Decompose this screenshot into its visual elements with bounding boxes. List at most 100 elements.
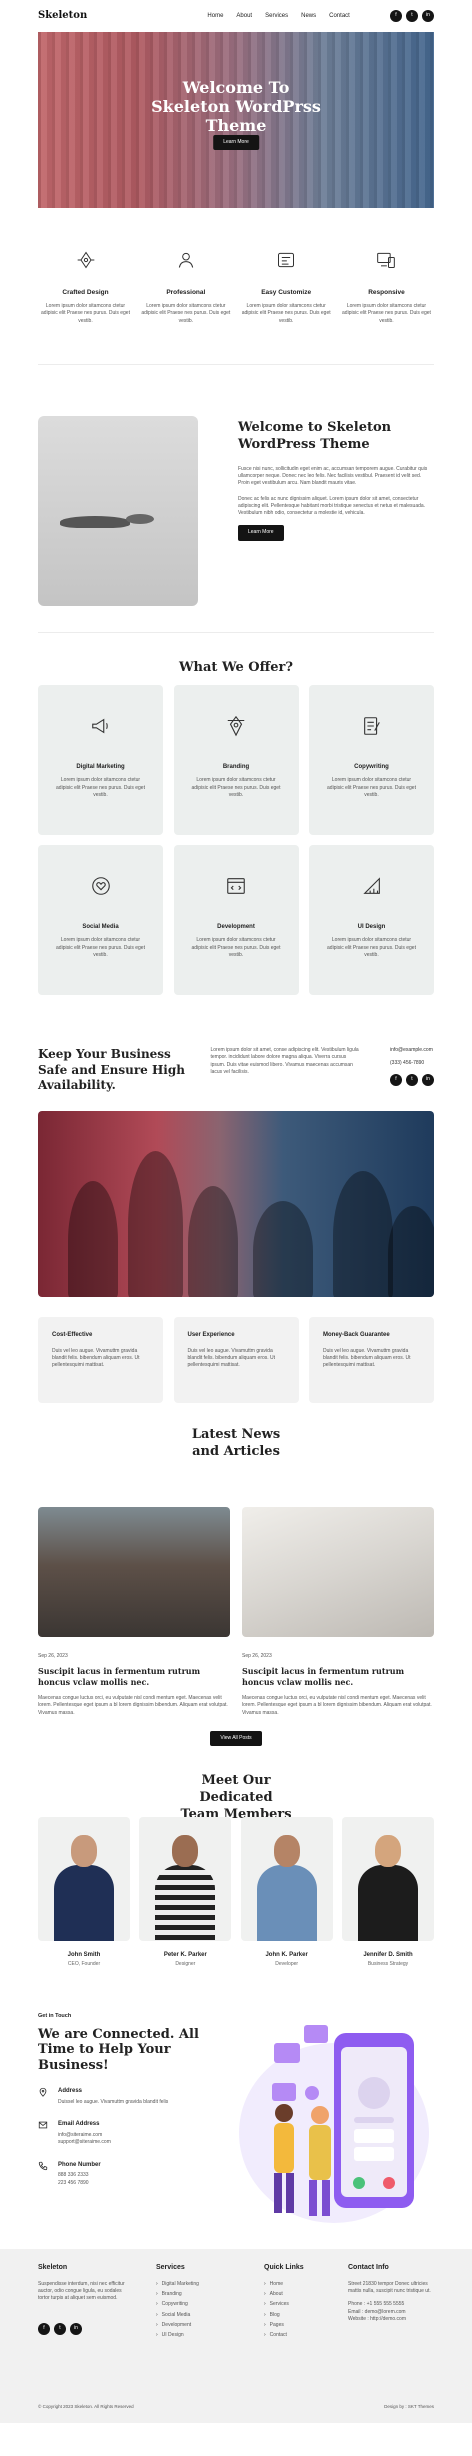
twitter-icon[interactable]: t [54, 2322, 66, 2335]
person-silhouette [68, 1181, 118, 1297]
card-text: Lorem ipsum dolor sitamcons ctetur adipi… [191, 777, 281, 798]
email-1[interactable]: info@siteraime.com [58, 2132, 111, 2139]
footer-info-email[interactable]: Email : demo@lorem.com [348, 2309, 434, 2316]
benefit-text: Duis vel leo augue. Vivamuttm gravida bl… [187, 1347, 276, 1369]
nav-contact[interactable]: Contact [329, 12, 350, 21]
footer-service-link[interactable]: Branding [156, 2291, 264, 2298]
card-title: UI Design [357, 923, 386, 930]
twitter-icon[interactable]: t [406, 1073, 418, 1086]
footer-service-link[interactable]: Social Media [156, 2312, 264, 2319]
twitter-icon[interactable]: t [406, 10, 418, 22]
news-title: Latest News and Articles [191, 1427, 281, 1459]
footer-info-phone[interactable]: Phone : +1 555 555 5555 [348, 2301, 434, 2308]
phone-1[interactable]: 888 336 2333 [58, 2172, 101, 2179]
site-footer: Skeleton Suspendisse interdum, nisi nec … [0, 2248, 472, 2423]
team-section: Meet Our Dedicated Team Members John Smi… [0, 1761, 472, 1969]
card-title: Social Media [82, 923, 119, 930]
hero-learn-more-button[interactable]: Learn More [213, 135, 259, 151]
footer-service-link[interactable]: UI Design [156, 2332, 264, 2339]
rock-shape [126, 514, 154, 524]
benefit-card: Cost-Effective Duis vel leo augue. Vivam… [38, 1317, 163, 1403]
pen-nib-icon [227, 715, 245, 737]
post-title[interactable]: Suscipit lacus in fermentum rutrum honcu… [242, 1666, 434, 1687]
feature-title: Easy Customize [261, 288, 312, 296]
team-member[interactable]: Jennifer D. Smith Business Strategy [341, 1816, 434, 1969]
member-name: John K. Parker [265, 1951, 308, 1958]
member-name: John Smith [67, 1951, 101, 1958]
member-role: CEO, Founder [67, 1961, 101, 1968]
business-section: Keep Your Business Safe and Ensure High … [0, 995, 472, 1099]
news-post[interactable]: Sep 26, 2023 Suscipit lacus in fermentum… [242, 1507, 434, 1717]
hero-title: Welcome To Skeleton WordPrss Theme [151, 78, 321, 136]
team-member[interactable]: John K. Parker Developer [240, 1816, 333, 1969]
post-image[interactable] [242, 1507, 434, 1637]
nav-home[interactable]: Home [207, 12, 223, 21]
site-logo[interactable]: Skeleton [38, 9, 87, 24]
footer-services-title: Services [156, 2263, 185, 2271]
linkedin-icon[interactable]: in [70, 2322, 82, 2335]
footer-quick-link[interactable]: Services [264, 2301, 348, 2308]
team-member[interactable]: John Smith CEO, Founder [38, 1816, 130, 1969]
footer-quick-link[interactable]: Contact [264, 2332, 348, 2339]
phone-label: Phone Number [58, 2161, 101, 2168]
post-title[interactable]: Suscipit lacus in fermentum rutrum honcu… [38, 1666, 230, 1687]
benefit-title: User Experience [187, 1332, 235, 1338]
footer-quick-link[interactable]: Pages [264, 2322, 348, 2329]
view-all-posts-button[interactable]: View All Posts [210, 1730, 262, 1747]
post-image[interactable] [38, 1507, 230, 1637]
service-card[interactable]: Digital Marketing Lorem ipsum dolor sita… [38, 685, 163, 835]
card-title: Digital Marketing [76, 763, 125, 770]
credit-text[interactable]: Design by : SKT Themes [384, 2404, 434, 2411]
benefits-section: Cost-Effective Duis vel leo augue. Vivam… [0, 1297, 472, 1427]
feature-crafted-design: Crafted Design Lorem ipsum dolor sitamco… [38, 250, 133, 416]
business-email[interactable]: info@example.com [390, 1047, 434, 1054]
news-posts: Sep 26, 2023 Suscipit lacus in fermentum… [38, 1507, 434, 1717]
sliders-icon [278, 252, 295, 268]
footer-quick-link[interactable]: Home [264, 2281, 348, 2288]
member-body [357, 1864, 418, 1941]
facebook-icon[interactable]: f [390, 10, 402, 22]
member-photo [38, 1816, 130, 1941]
nav-news[interactable]: News [301, 12, 316, 21]
footer-links-title: Quick Links [264, 2263, 304, 2271]
contact-section: Get in Touch We are Connected. All Time … [0, 1969, 472, 2249]
person-silhouette [388, 1206, 434, 1297]
location-pin-icon [39, 2088, 47, 2098]
service-card[interactable]: Branding Lorem ipsum dolor sitamcons cte… [173, 685, 299, 835]
member-name: Jennifer D. Smith [363, 1951, 413, 1958]
business-phone[interactable]: (333) 456-7890 [390, 1060, 434, 1067]
footer-service-link[interactable]: Development [156, 2322, 264, 2329]
linkedin-icon[interactable]: in [422, 10, 434, 22]
phone-2[interactable]: 223 456 7890 [58, 2180, 101, 2187]
social-heart-icon [91, 877, 110, 895]
nav-services[interactable]: Services [265, 12, 288, 21]
page: Skeleton Home About Services News Contac… [0, 0, 472, 2423]
welcome-learn-more-button[interactable]: Learn More [238, 525, 284, 541]
footer-quick-link[interactable]: About [264, 2291, 348, 2298]
nav-about[interactable]: About [236, 12, 252, 21]
service-card[interactable]: Social Media Lorem ipsum dolor sitamcons… [38, 845, 163, 995]
service-card[interactable]: UI Design Lorem ipsum dolor sitamcons ct… [309, 845, 434, 995]
benefit-text: Duis vel leo augue. Vivamuttm gravida bl… [52, 1347, 140, 1369]
service-card[interactable]: Development Lorem ipsum dolor sitamcons … [173, 845, 299, 995]
facebook-icon[interactable]: f [38, 2322, 50, 2335]
facebook-icon[interactable]: f [390, 1073, 402, 1086]
footer-info-web[interactable]: Website : http://demo.com [348, 2316, 434, 2323]
footer-bottom-bar: © Copyright 2023 Skeleton. All Rights Re… [38, 2404, 434, 2411]
team-member[interactable]: Peter K. Parker Designer [139, 1816, 232, 1969]
feature-title: Crafted Design [62, 288, 109, 296]
footer-service-link[interactable]: Copywriting [156, 2301, 264, 2308]
footer-contact-info: Contact Info Street 21830 tempor Donec u… [348, 2263, 434, 2343]
footer-info-title: Contact Info [348, 2263, 389, 2271]
footer-quick-link[interactable]: Blog [264, 2312, 348, 2319]
member-body [155, 1864, 216, 1941]
welcome-image [38, 416, 198, 606]
business-meeting-image [38, 1111, 434, 1297]
email-2[interactable]: support@siteraime.com [58, 2139, 111, 2146]
footer-service-link[interactable]: Digital Marketing [156, 2281, 264, 2288]
service-card[interactable]: Copywriting Lorem ipsum dolor sitamcons … [309, 685, 434, 835]
news-post[interactable]: Sep 26, 2023 Suscipit lacus in fermentum… [38, 1507, 230, 1717]
footer-about-title: Skeleton [38, 2263, 68, 2271]
welcome-title: Welcome to Skeleton WordPress Theme [238, 420, 392, 452]
linkedin-icon[interactable]: in [422, 1073, 434, 1086]
